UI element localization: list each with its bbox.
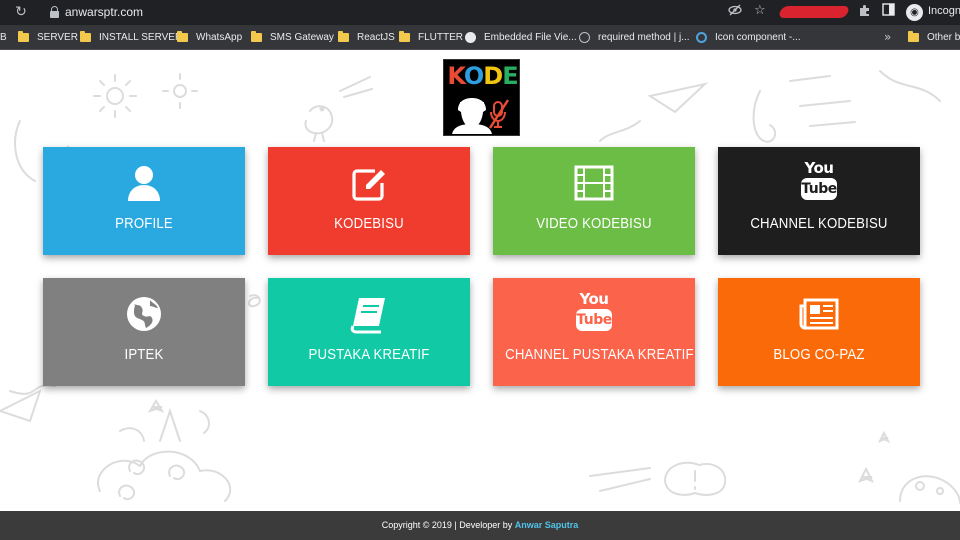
tile-channel-pustaka-kreatif[interactable]: You Tube CHANNEL PUSTAKA KREATIF — [493, 278, 695, 386]
tile-label: PROFILE — [115, 215, 173, 232]
folder-icon — [251, 31, 262, 42]
tile-label: VIDEO KODEBISU — [536, 215, 652, 232]
bookmarks-bar: B SERVER INSTALL SERVER WhatsApp SMS Gat… — [0, 25, 960, 50]
edit-icon — [352, 169, 385, 201]
side-panel-icon[interactable] — [882, 3, 895, 21]
tile-kodebisu[interactable]: KODEBISU — [268, 147, 470, 255]
youtube-icon: You Tube — [794, 159, 844, 207]
folder-icon — [338, 31, 349, 42]
globe-icon — [579, 32, 590, 43]
reload-icon[interactable]: ↻ — [12, 3, 30, 21]
tile-label: KODEBISU — [334, 215, 404, 232]
footer-copyright: Copyright © 2019 | Developer by — [381, 520, 515, 530]
tile-blog-co-paz[interactable]: BLOG CO-PAZ — [718, 278, 920, 386]
tile-label: CHANNEL PUSTAKA KREATIF — [505, 346, 694, 363]
more-bookmarks-chevron-icon[interactable]: » — [884, 30, 891, 45]
newspaper-icon — [799, 298, 839, 330]
tile-label: CHANNEL KODEBISU — [750, 215, 888, 232]
globe-icon — [127, 297, 161, 331]
bookmark-folder-install-server[interactable]: INSTALL SERVER — [80, 30, 182, 45]
tracking-eye-off-icon[interactable] — [728, 3, 742, 22]
tile-label: PUSTAKA KREATIF — [308, 346, 430, 363]
folder-icon — [18, 31, 29, 42]
logo-silhouette-icon — [452, 98, 510, 134]
redacted-extension — [777, 6, 851, 18]
page-content: KODE PROFILE KODEBISU VIDEO KODEBISU You… — [0, 51, 960, 511]
folder-icon — [177, 31, 188, 42]
url-text[interactable]: anwarsptr.com — [65, 5, 143, 20]
lock-icon[interactable] — [50, 6, 59, 18]
tile-channel-kodebisu[interactable]: You Tube CHANNEL KODEBISU — [718, 147, 920, 255]
page-footer: Copyright © 2019 | Developer by Anwar Sa… — [0, 511, 960, 540]
bookmark-star-icon[interactable]: ☆ — [754, 3, 766, 19]
kode-logo[interactable]: KODE — [443, 59, 520, 136]
footer-author-link[interactable]: Anwar Saputra — [515, 520, 579, 530]
extensions-puzzle-icon[interactable] — [858, 3, 872, 22]
bookmark-required-method[interactable]: required method | j... — [579, 30, 690, 45]
tile-label: BLOG CO-PAZ — [773, 346, 865, 363]
address-bar[interactable]: anwarsptr.com — [38, 2, 773, 23]
logo-wordmark: KODE — [447, 62, 518, 90]
tile-profile[interactable]: PROFILE — [43, 147, 245, 255]
bookmark-folder-server[interactable]: SERVER — [18, 30, 78, 45]
folder-icon — [80, 31, 91, 42]
user-icon — [128, 166, 160, 201]
github-icon — [465, 32, 476, 43]
browser-toolbar: ↻ anwarsptr.com ☆ ◉ Incognito — [0, 0, 960, 25]
bookmark-folder-whatsapp[interactable]: WhatsApp — [177, 30, 242, 45]
folder-icon — [399, 31, 410, 42]
tile-label: IPTEK — [124, 346, 164, 363]
bookmark-folder-flutter[interactable]: FLUTTER — [399, 30, 463, 45]
youtube-icon: You Tube — [569, 290, 619, 338]
book-icon — [350, 298, 385, 334]
folder-icon — [908, 31, 919, 42]
incognito-avatar-icon[interactable]: ◉ — [906, 4, 923, 21]
bookmark-folder-other[interactable]: Other bookmarks — [908, 30, 960, 45]
bookmark-folder-reactjs[interactable]: ReactJS — [338, 30, 395, 45]
tile-video-kodebisu[interactable]: VIDEO KODEBISU — [493, 147, 695, 255]
spinner-icon — [696, 32, 707, 43]
incognito-label[interactable]: Incognito — [928, 5, 960, 17]
bookmark-embedded-file-viewer[interactable]: Embedded File Vie... — [465, 30, 577, 45]
bookmark-folder-sms-gateway[interactable]: SMS Gateway — [251, 30, 334, 45]
tile-iptek[interactable]: IPTEK — [43, 278, 245, 386]
bookmark-item[interactable]: B — [0, 30, 7, 45]
bookmark-icon-component[interactable]: Icon component -... — [696, 30, 801, 45]
film-icon — [574, 165, 614, 201]
tile-pustaka-kreatif[interactable]: PUSTAKA KREATIF — [268, 278, 470, 386]
